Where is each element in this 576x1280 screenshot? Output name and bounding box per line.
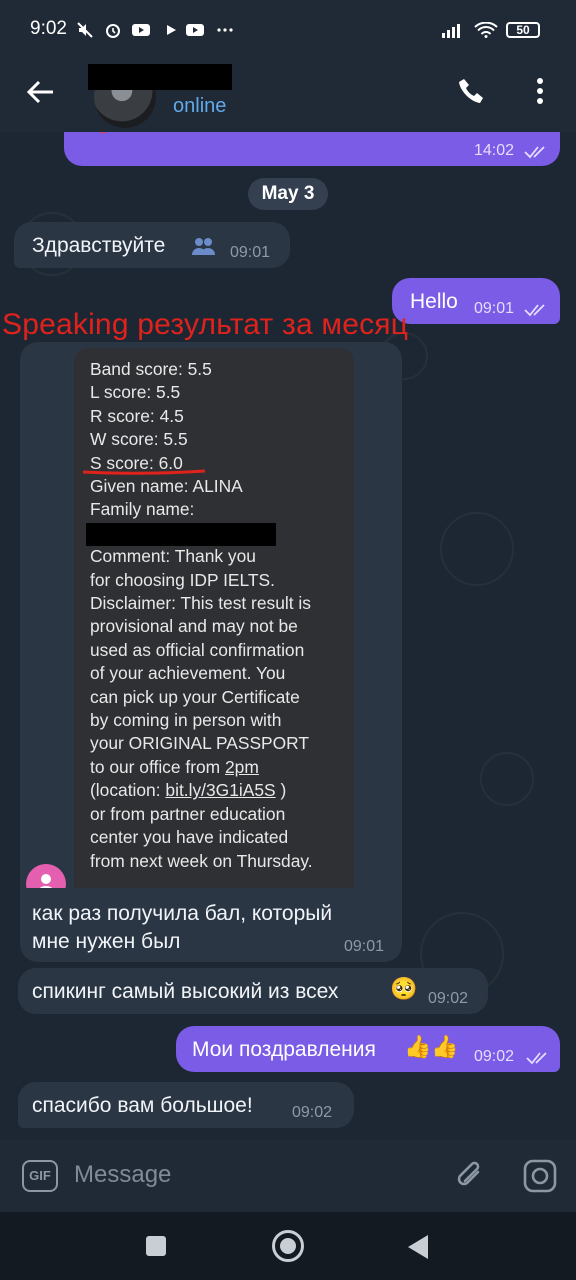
background-doodle (480, 752, 534, 806)
message-bubble-outgoing[interactable]: ❤️ 14:02 (64, 132, 560, 166)
image-text-part: to our office from (90, 756, 225, 777)
heart-emoji-icon: ❤️ (88, 132, 118, 137)
message-text-line: мне нужен был (32, 930, 181, 953)
message-bubble-incoming[interactable]: как раз получила бал, который мне нужен … (20, 888, 402, 962)
signal-icon (442, 24, 460, 38)
image-text-line: of your achievement. You (90, 663, 286, 684)
image-text-line: Disclaimer: This test result is (90, 593, 311, 614)
phone-icon[interactable] (456, 76, 486, 106)
background-doodle (440, 512, 514, 586)
message-text-line: как раз получила бал, который (32, 902, 333, 925)
redacted-contact-name (88, 64, 232, 90)
image-text-line: center you have indicated (90, 827, 289, 848)
message-text: спасибо вам большое! (32, 1094, 253, 1117)
chat-header: online (0, 62, 576, 132)
read-checks-icon (524, 304, 545, 317)
message-input[interactable]: Message (74, 1161, 171, 1189)
image-text-line: for choosing IDP IELTS. (90, 569, 275, 590)
image-text-line: from next week on Thursday. (90, 850, 313, 871)
message-text: Мои поздравления (192, 1038, 376, 1061)
image-text-line: L score: 5.5 (90, 382, 181, 403)
more-dots-icon (217, 28, 233, 32)
image-text-part: (location: (90, 780, 166, 801)
read-checks-icon (526, 1052, 547, 1065)
message-input-bar: GIF Message (0, 1140, 576, 1212)
image-text-line: W score: 5.5 (90, 429, 188, 450)
recents-button[interactable] (146, 1236, 166, 1256)
battery-icon: 50 (506, 22, 540, 38)
message-text: Здравствуйте (32, 234, 166, 257)
image-text-link: 2pm (225, 756, 259, 777)
annotation-text: Speaking результат за месяц (2, 308, 409, 341)
message-bubble-incoming[interactable]: Здравствуйте 09:01 (14, 222, 290, 268)
youtube-icon (186, 24, 204, 36)
read-checks-icon (524, 146, 545, 159)
red-underline-mark (82, 469, 206, 475)
message-bubble-outgoing[interactable]: Hello 09:01 (392, 278, 560, 324)
chat-area[interactable]: ❤️ 14:02 May 3 Здравствуйте 09:01 Hello … (0, 132, 576, 1140)
image-text-line: used as official confirmation (90, 639, 305, 660)
image-text-line: provisional and may not be (90, 616, 298, 637)
message-text: Hello (410, 290, 458, 313)
message-time: 14:02 (474, 142, 515, 159)
message-time: 09:01 (230, 244, 271, 261)
gif-button[interactable]: GIF (22, 1160, 58, 1192)
image-text-line: can pick up your Certificate (90, 686, 300, 707)
image-text-line: your ORIGINAL PASSPORT (90, 733, 310, 754)
image-text-line: or from partner education (90, 803, 286, 824)
thumbs-up-emoji-icon: 👍👍 (404, 1034, 459, 1059)
date-separator: May 3 (248, 178, 328, 210)
redacted-family-name (86, 523, 276, 546)
attach-icon[interactable] (454, 1158, 486, 1194)
system-navigation-bar (0, 1212, 576, 1280)
image-text-part: ) (275, 780, 287, 801)
image-screenshot-text: Band score: 5.5 L score: 5.5 R score: 4.… (90, 358, 350, 873)
message-text: спикинг самый высокий из всех (32, 980, 339, 1003)
mute-icon (77, 22, 93, 38)
alarm-icon (106, 24, 120, 38)
back-arrow-icon[interactable] (26, 80, 54, 104)
message-time: 09:01 (474, 300, 515, 317)
image-text-line: by coming in person with (90, 710, 282, 731)
play-icon (167, 25, 176, 35)
image-text-line: (location: bit.ly/3G1iA5S ) (90, 779, 350, 802)
status-bar: 9:02 50 (0, 0, 576, 62)
image-text-line: Comment: Thank you (90, 546, 256, 567)
home-button[interactable] (272, 1230, 304, 1262)
pleading-face-emoji-icon: 🥺 (390, 976, 418, 1001)
message-time: 09:02 (474, 1048, 515, 1065)
message-time: 09:02 (292, 1104, 333, 1121)
online-status: online (173, 95, 227, 117)
image-text-line: R score: 4.5 (90, 405, 184, 426)
status-time: 9:02 (30, 18, 67, 39)
image-text-line: Family name: (90, 499, 195, 520)
message-time: 09:01 (344, 938, 385, 955)
back-button[interactable] (406, 1234, 430, 1260)
wifi-icon (474, 22, 498, 38)
youtube-icon (132, 24, 150, 36)
image-text-line: Given name: ALINA (90, 476, 243, 497)
image-text-line: to our office from 2pm (90, 756, 350, 779)
image-text-line: Band score: 5.5 (90, 359, 212, 379)
message-bubble-incoming[interactable]: спикинг самый высокий из всех 🥺 09:02 (18, 968, 488, 1014)
image-text-link: bit.ly/3G1iA5S (165, 780, 276, 801)
more-menu-icon[interactable] (534, 76, 546, 106)
camera-icon[interactable] (522, 1158, 558, 1194)
message-bubble-incoming[interactable]: спасибо вам большое! 09:02 (18, 1082, 354, 1128)
message-bubble-outgoing[interactable]: Мои поздравления 👍👍 09:02 (176, 1026, 560, 1072)
message-time: 09:02 (428, 990, 469, 1007)
people-emoji-icon (192, 238, 215, 255)
